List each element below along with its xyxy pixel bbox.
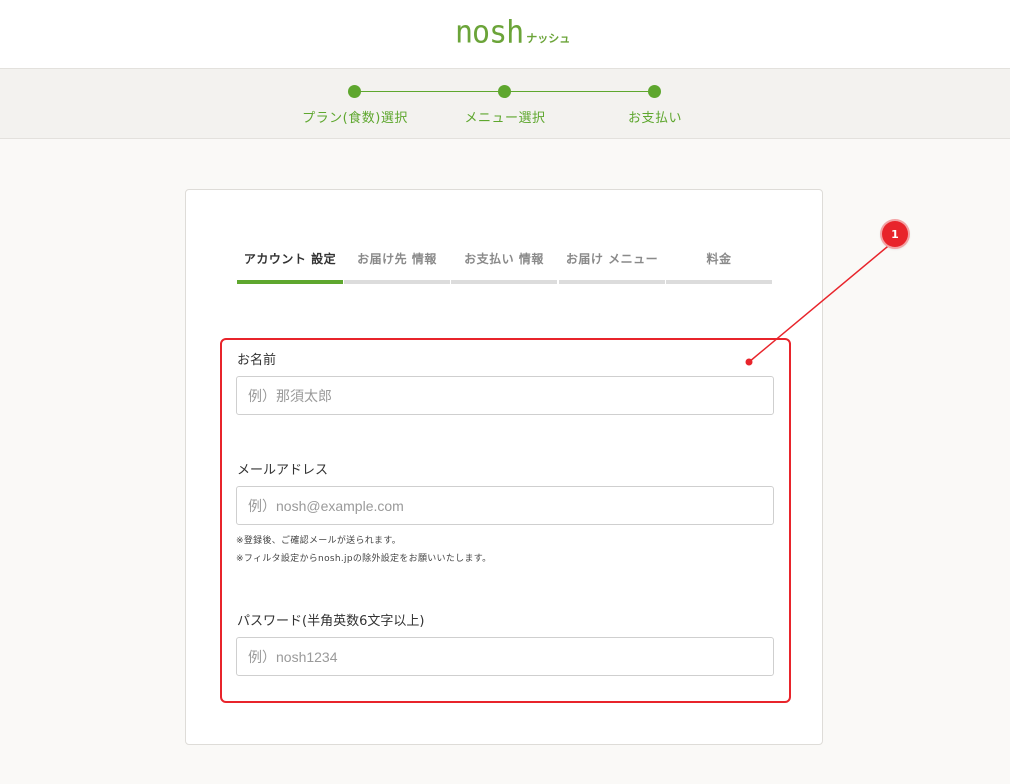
step-label-menu: メニュー選択 <box>464 111 546 126</box>
step-label-payment: お支払い <box>627 111 682 126</box>
name-label: お名前 <box>237 353 277 368</box>
tab-delivery-info[interactable]: お届け先 情報 <box>344 250 450 284</box>
step-dot-payment <box>648 85 661 98</box>
tab-indicator <box>344 280 450 284</box>
tab-pricing[interactable]: 料金 <box>666 250 772 284</box>
step-dot-plan <box>348 85 361 98</box>
tab-label: お届け先 情報 <box>357 252 437 266</box>
tab-account-settings[interactable]: アカウント 設定 <box>237 250 343 284</box>
tab-payment-info[interactable]: お支払い 情報 <box>451 250 557 284</box>
site-header: nosh ナッシュ <box>0 0 1010 69</box>
tab-indicator <box>666 280 772 284</box>
logo-text: nosh <box>455 14 524 51</box>
email-input[interactable] <box>236 486 774 525</box>
password-input[interactable] <box>236 637 774 676</box>
password-label: パスワード(半角英数6文字以上) <box>237 614 425 629</box>
tab-indicator <box>451 280 557 284</box>
step-dot-menu <box>498 85 511 98</box>
registration-card: アカウント 設定 お届け先 情報 お支払い 情報 お届け メニュー 料金 お名前… <box>185 189 823 745</box>
progress-steps: プラン(食数)選択 メニュー選択 お支払い <box>0 69 1010 139</box>
logo-subtext: ナッシュ <box>526 32 571 45</box>
tab-indicator <box>559 280 665 284</box>
name-input[interactable] <box>236 376 774 415</box>
tab-indicator <box>237 280 343 284</box>
annotation-badge: 1 <box>882 221 908 247</box>
tab-label: お届け メニュー <box>565 252 659 266</box>
email-note-filter: ※フィルタ設定からnosh.jpの除外設定をお願いいたします。 <box>236 554 492 564</box>
tab-label: 料金 <box>706 252 732 266</box>
nosh-logo[interactable]: nosh ナッシュ <box>455 14 571 51</box>
tab-delivery-menu[interactable]: お届け メニュー <box>559 250 665 284</box>
tab-label: お支払い 情報 <box>464 252 544 266</box>
tab-label: アカウント 設定 <box>243 252 337 266</box>
email-note-confirmation: ※登録後、ご確認メールが送られます。 <box>236 536 402 546</box>
step-label-plan: プラン(食数)選択 <box>302 111 408 126</box>
email-label: メールアドレス <box>237 463 329 478</box>
